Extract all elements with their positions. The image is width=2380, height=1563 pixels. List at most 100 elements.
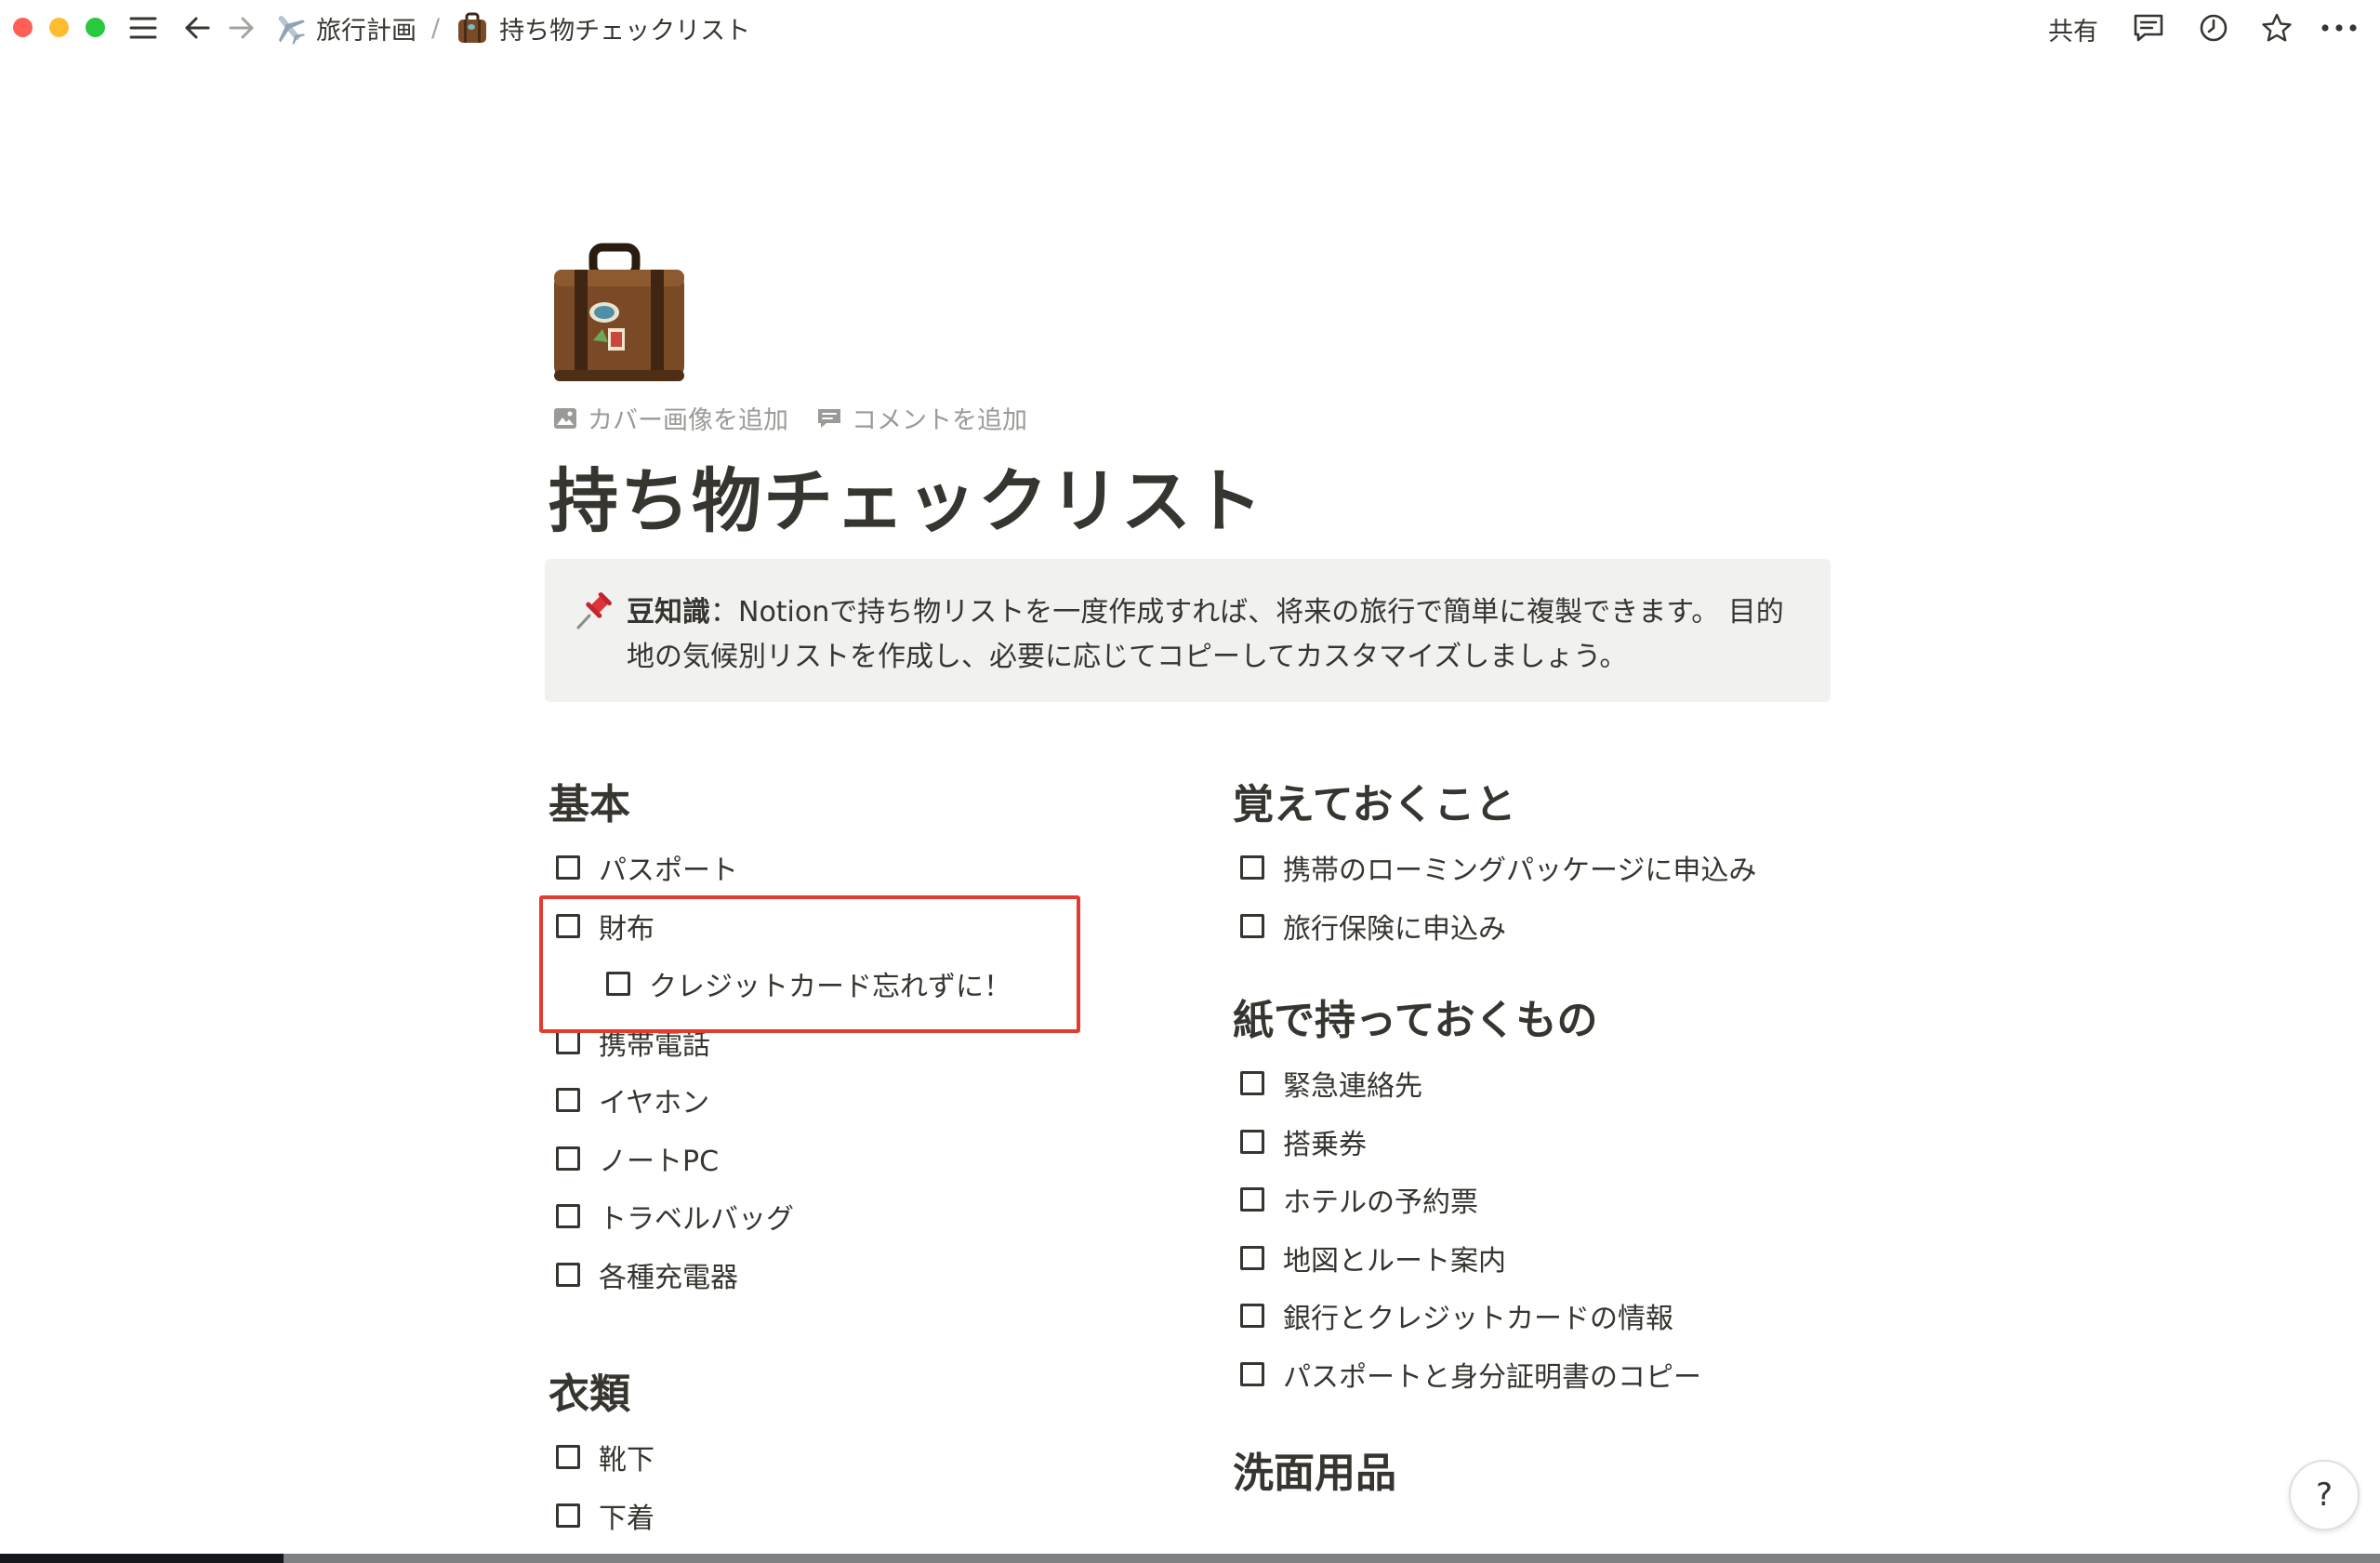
breadcrumb-separator: / [431, 13, 441, 43]
forward-arrow-icon[interactable] [225, 9, 258, 46]
right-column: 覚えておくこと 携帯のローミングパッケージに申込み 旅行保険に申込み 紙で持って… [1233, 772, 1884, 1507]
window-close-button[interactable] [13, 18, 33, 37]
todo-label: 携帯電話 [599, 1028, 710, 1062]
add-comment-button[interactable]: コメントを追加 [816, 400, 1027, 436]
todo-item[interactable]: 靴下 [549, 1428, 1153, 1487]
luggage-icon [455, 10, 490, 46]
history-icon[interactable] [2194, 9, 2233, 46]
checkbox[interactable] [556, 913, 580, 938]
todo-label: パスポート [599, 854, 738, 888]
checkbox[interactable] [1240, 1187, 1264, 1212]
back-arrow-icon[interactable] [180, 9, 214, 46]
todo-item[interactable]: 旅行保険に申込み [1233, 897, 1884, 956]
favorite-star-icon[interactable] [2257, 9, 2296, 46]
heading-remember[interactable]: 覚えておくこと [1233, 772, 1884, 839]
share-button[interactable]: 共有 [2048, 11, 2098, 47]
todo-item[interactable]: イヤホン [549, 1071, 1153, 1130]
breadcrumb: 旅行計画 / 持ち物チェックリスト [271, 7, 750, 48]
checkbox[interactable] [1240, 1071, 1264, 1096]
image-icon [554, 407, 576, 429]
checkbox[interactable] [556, 1029, 580, 1054]
todo-label: 各種充電器 [599, 1261, 738, 1294]
checkbox[interactable] [556, 1445, 580, 1470]
airplane-icon [271, 10, 307, 46]
checkbox[interactable] [556, 1088, 580, 1113]
comments-icon[interactable] [2129, 9, 2168, 46]
todo-label: 携帯のローミングパッケージに申込み [1283, 854, 1757, 888]
checkbox[interactable] [1240, 1361, 1264, 1386]
heading-basics[interactable]: 基本 [549, 772, 1153, 839]
add-comment-label: コメントを追加 [852, 406, 1027, 435]
more-icon[interactable] [2319, 9, 2360, 46]
todo-label: 緊急連絡先 [1283, 1070, 1422, 1104]
checkbox[interactable] [1240, 1245, 1264, 1270]
todo-label: イヤホン [599, 1087, 710, 1120]
heading-clothes[interactable]: 衣類 [549, 1361, 1153, 1428]
checkbox[interactable] [556, 1503, 580, 1528]
checkbox[interactable] [1240, 1304, 1264, 1329]
todo-label: 靴下 [599, 1444, 654, 1477]
todo-item[interactable]: 地図とルート案内 [1233, 1229, 1884, 1288]
luggage-icon [554, 243, 684, 381]
todo-item-nested[interactable]: クレジットカード忘れずに！ [549, 955, 1153, 1013]
comment-icon [818, 408, 840, 428]
todo-label: 地図とルート案内 [1283, 1244, 1506, 1278]
page-actions: カバー画像を追加 コメントを追加 [552, 400, 1027, 436]
checkbox[interactable] [556, 855, 580, 881]
todo-label: トラベルバッグ [599, 1203, 794, 1237]
menu-icon[interactable] [126, 9, 160, 46]
breadcrumb-label: 持ち物チェックリスト [499, 16, 751, 46]
help-button[interactable]: ? [2289, 1460, 2360, 1530]
todo-label: パスポートと身分証明書のコピー [1283, 1360, 1701, 1394]
top-bar: 旅行計画 / 持ち物チェックリスト 共有 [0, 0, 2380, 56]
checkbox[interactable] [1240, 855, 1264, 881]
checkbox[interactable] [556, 1146, 580, 1171]
window-minimize-button[interactable] [49, 18, 69, 37]
todo-label: クレジットカード忘れずに！ [649, 971, 1012, 1004]
breadcrumb-label: 旅行計画 [316, 16, 416, 46]
breadcrumb-item-checklist[interactable]: 持ち物チェックリスト [455, 10, 750, 46]
todo-item[interactable]: 下着 [549, 1487, 1153, 1545]
callout-text: Notionで持ち物リストを一度作成すれば、将来の旅行で簡単に複製できます。 目… [627, 596, 1784, 673]
heading-paper[interactable]: 紙で持っておくもの [1233, 987, 1884, 1054]
window-zoom-button[interactable] [86, 18, 105, 37]
todo-item[interactable]: ノートPC [549, 1130, 1153, 1188]
todo-label: 旅行保険に申込み [1283, 912, 1506, 946]
add-cover-button[interactable]: カバー画像を追加 [552, 400, 788, 436]
todo-item[interactable]: 銀行とクレジットカードの情報 [1233, 1287, 1884, 1345]
page-title[interactable]: 持ち物チェックリスト [549, 444, 1264, 546]
todo-label: 下着 [599, 1502, 654, 1535]
todo-item[interactable]: ホテルの予約票 [1233, 1171, 1884, 1229]
heading-toiletries[interactable]: 洗面用品 [1233, 1440, 1884, 1507]
todo-item[interactable]: 携帯のローミングパッケージに申込み [1233, 839, 1884, 897]
todo-item[interactable]: パスポートと身分証明書のコピー [1233, 1345, 1884, 1404]
checkbox[interactable] [1240, 913, 1264, 938]
breadcrumb-item-travel-plan[interactable]: 旅行計画 [271, 10, 416, 46]
todo-label: ホテルの予約票 [1283, 1186, 1478, 1220]
page-icon-luggage[interactable] [549, 240, 697, 389]
todo-item[interactable]: 各種充電器 [549, 1246, 1153, 1305]
checkbox[interactable] [1240, 1129, 1264, 1154]
bottom-strip-overlay [284, 1554, 2380, 1563]
bottom-strip [0, 1554, 2380, 1563]
checkbox[interactable] [556, 1204, 580, 1229]
todo-label: 財布 [599, 912, 654, 946]
todo-label: 搭乗券 [1283, 1128, 1367, 1161]
checkbox[interactable] [606, 972, 630, 997]
pushpin-icon [571, 590, 614, 633]
callout-label: 豆知識 [627, 596, 710, 629]
tip-callout[interactable]: 豆知識：Notionで持ち物リストを一度作成すれば、将来の旅行で簡単に複製できま… [545, 559, 1831, 702]
todo-item[interactable]: 緊急連絡先 [1233, 1054, 1884, 1113]
todo-item[interactable]: 財布 [549, 897, 1153, 956]
todo-label: ノートPC [599, 1145, 720, 1178]
left-column: 基本 パスポート 財布 クレジットカード忘れずに！ 携帯電話 イヤホン ノートP… [549, 772, 1153, 1544]
checkbox[interactable] [556, 1262, 580, 1287]
todo-item[interactable]: トラベルバッグ [549, 1187, 1153, 1246]
todo-item[interactable]: 搭乗券 [1233, 1113, 1884, 1172]
todo-label: 銀行とクレジットカードの情報 [1283, 1303, 1673, 1336]
todo-item[interactable]: 携帯電話 [549, 1013, 1153, 1072]
todo-item[interactable]: パスポート [549, 839, 1153, 897]
